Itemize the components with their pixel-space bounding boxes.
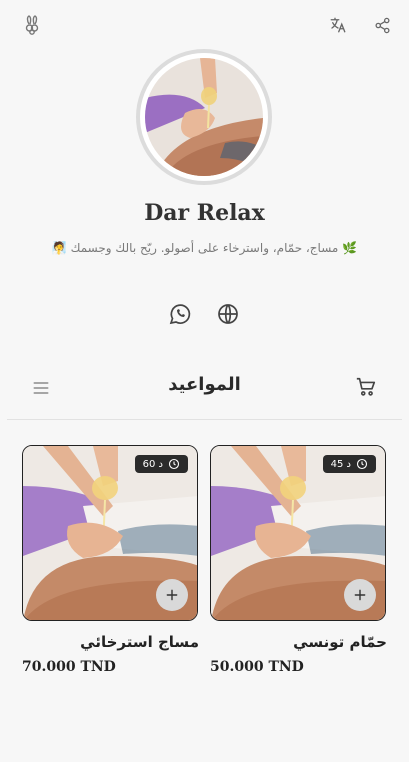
add-to-cart-button[interactable] <box>156 579 188 611</box>
globe-icon[interactable] <box>216 302 240 326</box>
plus-icon <box>354 589 366 601</box>
whatsapp-icon[interactable] <box>168 302 192 326</box>
top-bar <box>0 0 409 52</box>
service-card[interactable]: 45 د حمّام تونسي 50.000 TND <box>210 445 387 675</box>
business-tagline: 🌿 مساج، حمّام، واسترخاء على أصولو. ريّح … <box>51 241 358 255</box>
service-name: مساج استرخائي <box>80 633 199 651</box>
translate-icon[interactable] <box>327 14 349 36</box>
service-image: 60 د <box>22 445 198 621</box>
service-price: 70.000 TND <box>22 659 116 675</box>
business-name: Dar Relax <box>144 200 265 226</box>
section-title: المواعيد <box>168 374 241 395</box>
share-icon[interactable] <box>371 14 393 36</box>
clock-icon <box>168 458 180 470</box>
service-card[interactable]: 60 د مساج استرخائي 70.000 TND <box>22 445 199 675</box>
service-name: حمّام تونسي <box>293 633 387 651</box>
profile-avatar <box>136 49 272 185</box>
duration-text: 45 د <box>330 458 351 470</box>
section-header: المواعيد <box>7 366 402 420</box>
service-image: 45 د <box>210 445 386 621</box>
add-to-cart-button[interactable] <box>344 579 376 611</box>
cart-icon[interactable] <box>355 376 379 400</box>
bunny-logo-icon[interactable] <box>21 14 43 36</box>
service-price: 50.000 TND <box>210 659 304 675</box>
duration-text: 60 د <box>142 458 163 470</box>
plus-icon <box>166 589 178 601</box>
duration-badge: 45 د <box>322 455 376 473</box>
duration-badge: 60 د <box>134 455 188 473</box>
clock-icon <box>356 458 368 470</box>
avatar-image <box>145 58 263 176</box>
